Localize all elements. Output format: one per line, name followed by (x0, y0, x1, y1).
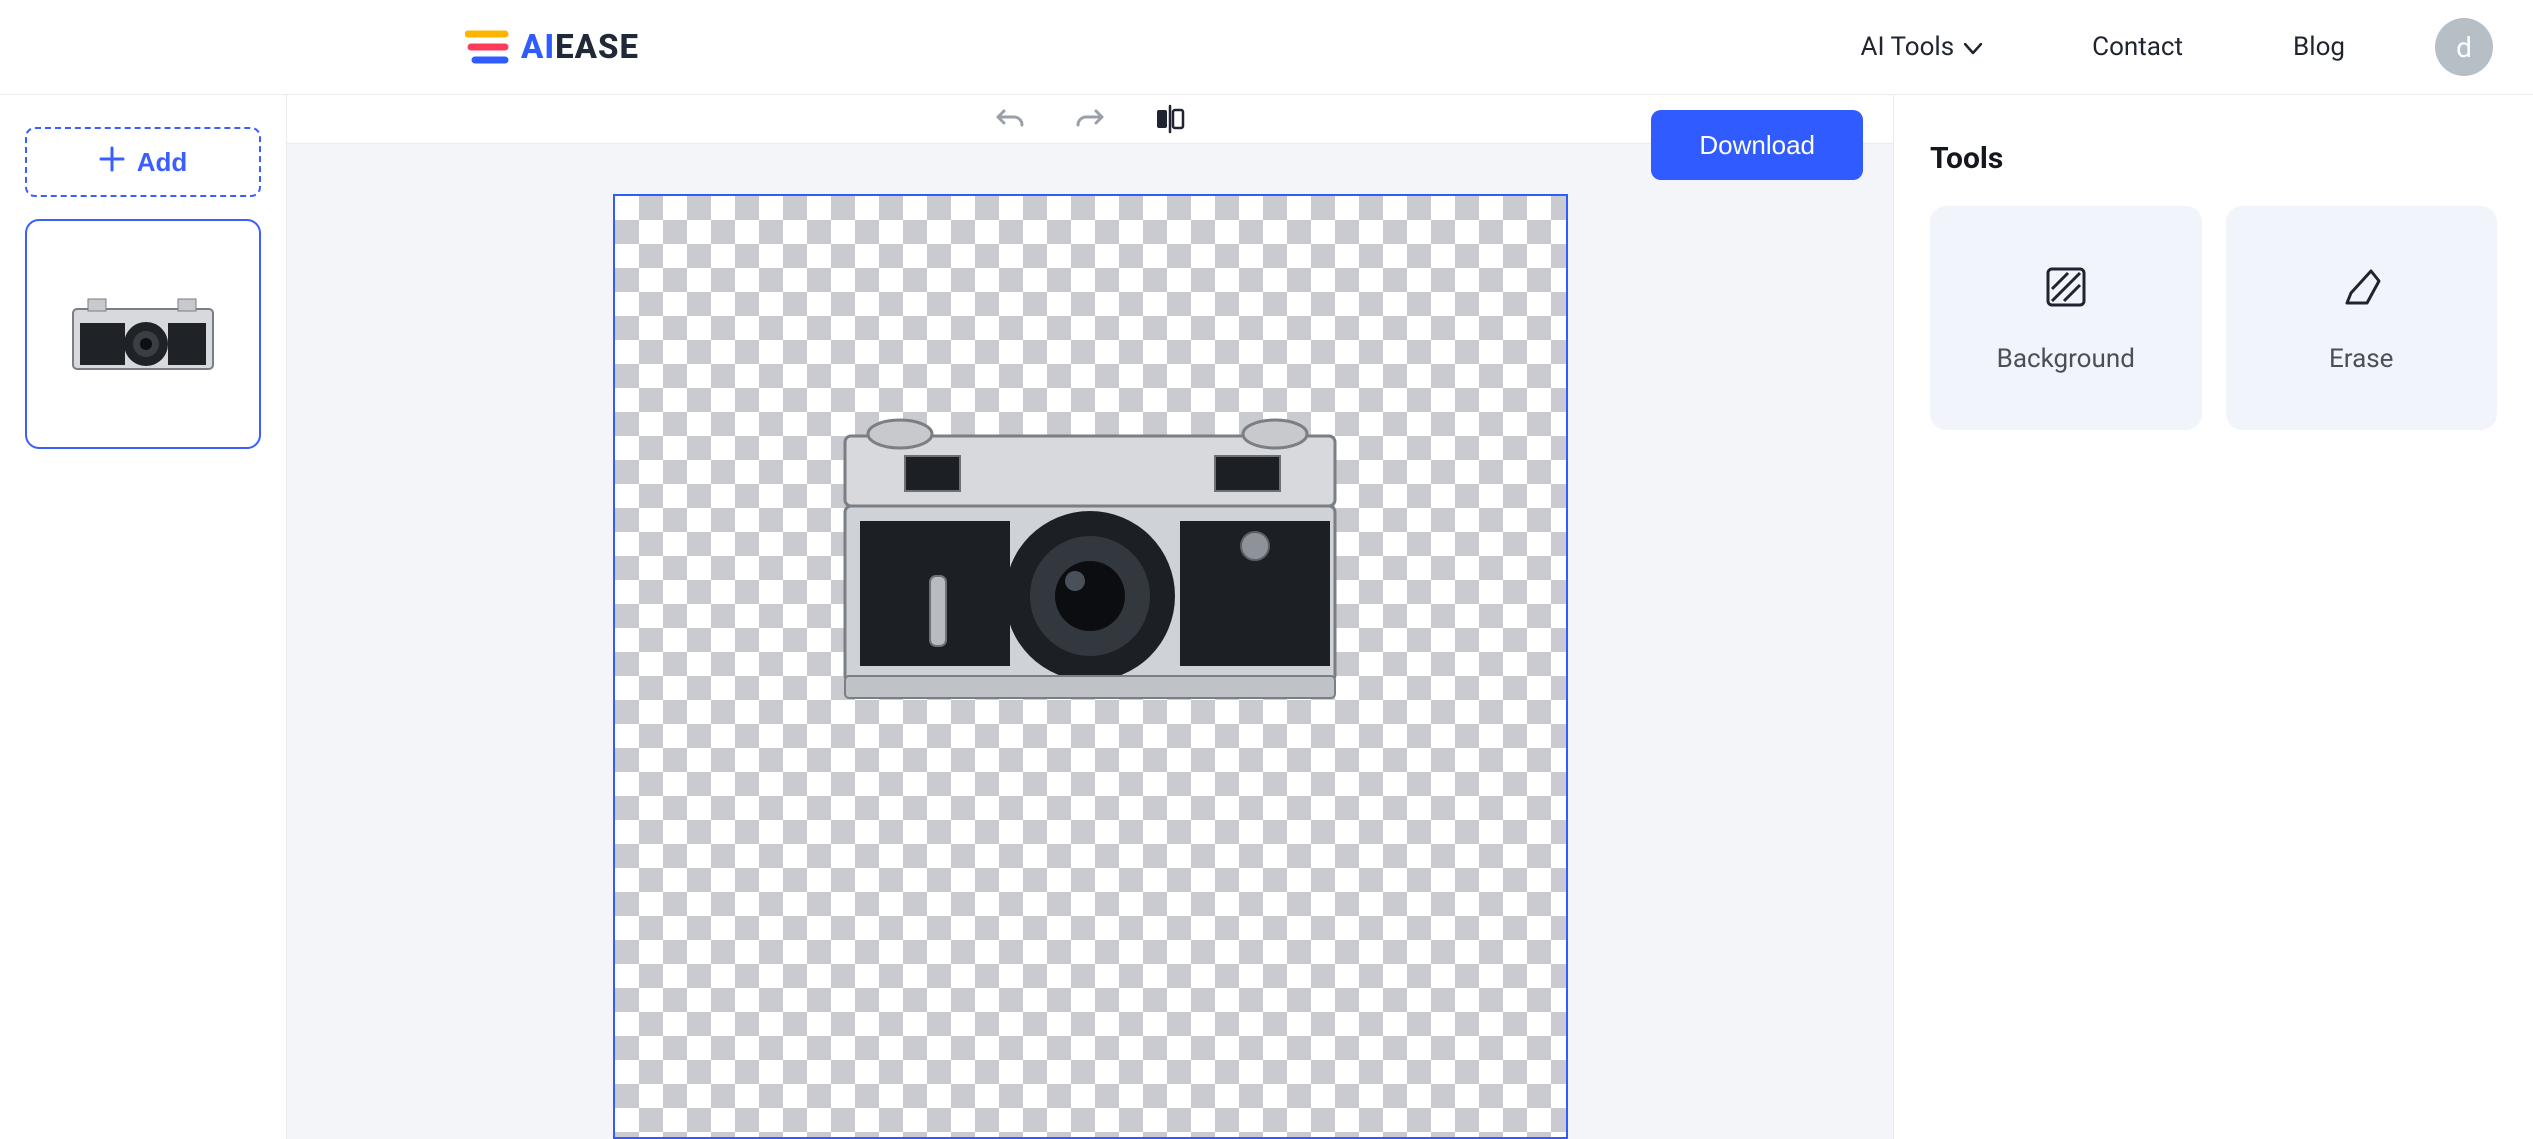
tools-grid: Background Erase (1930, 206, 2497, 430)
stage (287, 144, 1893, 1139)
subject-image[interactable] (835, 386, 1345, 706)
nav-contact-label: Contact (2092, 32, 2183, 62)
tools-panel: Tools Background (1893, 95, 2533, 1139)
tool-background[interactable]: Background (1930, 206, 2202, 430)
download-button[interactable]: Download (1651, 110, 1863, 180)
artboard[interactable] (613, 194, 1568, 1139)
brand-mark-icon (465, 28, 509, 66)
redo-button[interactable] (1070, 99, 1110, 139)
avatar-initial: d (2456, 31, 2472, 64)
left-sidebar: Add (0, 95, 287, 1139)
nav-contact[interactable]: Contact (2092, 32, 2183, 62)
download-button-label: Download (1699, 130, 1815, 160)
add-button-label: Add (137, 147, 188, 178)
camera-icon (835, 386, 1345, 706)
image-thumbnail[interactable] (25, 219, 261, 449)
chevron-down-icon (1964, 32, 1982, 62)
brand-name-rest: EASE (555, 28, 639, 67)
redo-icon (1074, 105, 1106, 133)
compare-icon (1155, 104, 1185, 134)
plus-icon (99, 146, 125, 179)
topbar-actions (990, 99, 1190, 139)
tool-erase-label: Erase (2329, 344, 2393, 374)
background-icon (2042, 263, 2090, 318)
nav-ai-tools-label: AI Tools (1861, 32, 1955, 62)
erase-icon (2337, 263, 2385, 318)
brand-name: AIEASE (521, 28, 639, 67)
header-bar: AIEASE AI Tools Contact Blog d (0, 0, 2533, 95)
undo-icon (994, 105, 1026, 133)
main-layout: Add (0, 95, 2533, 1139)
tool-erase[interactable]: Erase (2226, 206, 2498, 430)
brand-name-ai: AI (521, 28, 555, 67)
nav-blog-label: Blog (2293, 32, 2345, 62)
canvas-area: Download (287, 95, 1893, 1139)
canvas-topbar: Download (287, 95, 1893, 144)
camera-thumbnail-icon (68, 289, 218, 379)
compare-button[interactable] (1150, 99, 1190, 139)
avatar[interactable]: d (2435, 18, 2493, 76)
main-nav: AI Tools Contact Blog d (1861, 18, 2493, 76)
nav-blog[interactable]: Blog (2293, 32, 2345, 62)
undo-button[interactable] (990, 99, 1030, 139)
brand-logo[interactable]: AIEASE (465, 28, 639, 67)
nav-ai-tools[interactable]: AI Tools (1861, 32, 1983, 62)
tool-background-label: Background (1997, 344, 2135, 374)
tools-panel-title: Tools (1930, 141, 2497, 176)
add-image-button[interactable]: Add (25, 127, 261, 197)
